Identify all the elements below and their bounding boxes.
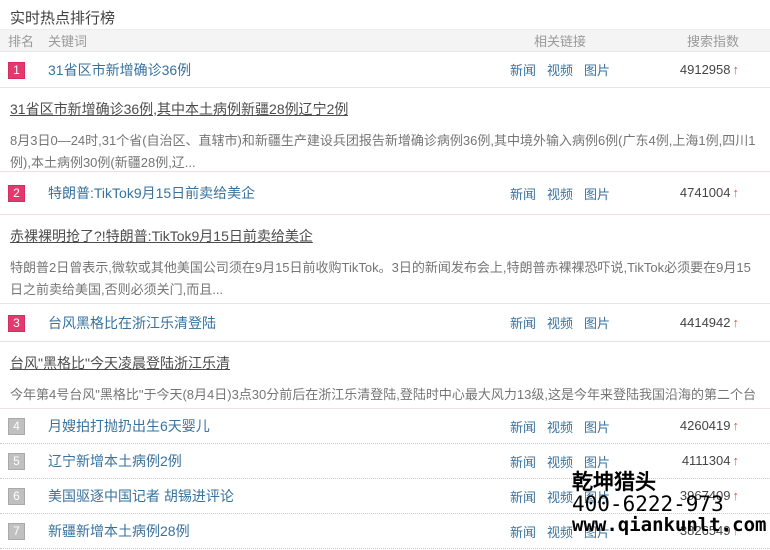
trend-up-icon: ↑ (733, 453, 740, 468)
hot-search-page: 实时热点排行榜 排名 关键词 相关链接 搜索指数 1 31省区市新增确诊36例 … (0, 0, 770, 550)
header-rank: 排名 (0, 31, 48, 50)
video-link[interactable]: 视频 (547, 522, 573, 541)
keyword-link[interactable]: 31省区市新增确诊36例 (48, 62, 191, 78)
trend-up-icon: ↑ (733, 488, 740, 503)
table-header: 排名 关键词 相关链接 搜索指数 (0, 30, 770, 52)
rank-badge: 7 (8, 523, 25, 540)
detail-title-link[interactable]: 赤裸裸明抢了?!特朗普:TikTok9月15日前卖给美企 (10, 227, 313, 245)
search-index-value: 4414942 (680, 315, 731, 330)
image-link[interactable]: 图片 (584, 184, 610, 203)
image-link[interactable]: 图片 (584, 313, 610, 332)
header-search-index: 搜索指数 (620, 31, 770, 50)
image-link[interactable]: 图片 (584, 487, 610, 506)
trend-up-icon: ↑ (733, 315, 740, 330)
search-index-value: 4741004 (680, 185, 731, 200)
news-link[interactable]: 新闻 (510, 452, 536, 471)
search-index-value: 4260419 (680, 418, 731, 433)
keyword-link[interactable]: 新疆新增本土病例28例 (48, 523, 190, 539)
trend-up-icon: ↑ (733, 185, 740, 200)
table-row: 4 月嫂拍打抛扔出生6天婴儿 新闻 视频 图片 4260419↑ (0, 409, 770, 444)
video-link[interactable]: 视频 (547, 184, 573, 203)
trend-up-icon: ↑ (733, 523, 740, 538)
page-title-bar: 实时热点排行榜 (0, 0, 770, 30)
search-index-value: 4111304 (682, 453, 731, 468)
rank-badge: 1 (8, 62, 25, 79)
keyword-link[interactable]: 台风黑格比在浙江乐清登陆 (48, 315, 216, 331)
detail-body-text: 8月3日0—24时,31个省(自治区、直辖市)和新疆生产建设兵团报告新增确诊病例… (10, 130, 760, 172)
detail-panel: 赤裸裸明抢了?!特朗普:TikTok9月15日前卖给美企 特朗普2日曾表示,微软… (0, 214, 770, 304)
rank-badge: 4 (8, 418, 25, 435)
search-index-value: 4912958 (680, 62, 731, 77)
search-index-value: 3967409 (680, 488, 731, 503)
table-row: 7 新疆新增本土病例28例 新闻 视频 图片 3826549↑ (0, 514, 770, 549)
news-link[interactable]: 新闻 (510, 313, 536, 332)
keyword-link[interactable]: 特朗普:TikTok9月15日前卖给美企 (48, 185, 255, 201)
video-link[interactable]: 视频 (547, 60, 573, 79)
table-row: 6 美国驱逐中国记者 胡锡进评论 新闻 视频 图片 3967409↑ (0, 479, 770, 514)
image-link[interactable]: 图片 (584, 417, 610, 436)
header-keyword: 关键词 (48, 31, 500, 50)
video-link[interactable]: 视频 (547, 452, 573, 471)
rank-badge: 2 (8, 185, 25, 202)
video-link[interactable]: 视频 (547, 313, 573, 332)
trend-up-icon: ↑ (733, 62, 740, 77)
news-link[interactable]: 新闻 (510, 184, 536, 203)
news-link[interactable]: 新闻 (510, 60, 536, 79)
video-link[interactable]: 视频 (547, 417, 573, 436)
table-row: 1 31省区市新增确诊36例 新闻 视频 图片 4912958↑ (0, 52, 770, 87)
video-link[interactable]: 视频 (547, 487, 573, 506)
header-related-links: 相关链接 (500, 31, 620, 50)
table-row: 2 特朗普:TikTok9月15日前卖给美企 新闻 视频 图片 4741004↑ (0, 172, 770, 214)
page-title: 实时热点排行榜 (10, 10, 115, 27)
table-row: 3 台风黑格比在浙江乐清登陆 新闻 视频 图片 4414942↑ (0, 304, 770, 341)
image-link[interactable]: 图片 (584, 522, 610, 541)
rank-badge: 5 (8, 453, 25, 470)
keyword-link[interactable]: 月嫂拍打抛扔出生6天婴儿 (48, 418, 210, 434)
detail-title-link[interactable]: 台风"黑格比"今天凌晨登陆浙江乐清 (10, 354, 230, 372)
news-link[interactable]: 新闻 (510, 522, 536, 541)
keyword-link[interactable]: 美国驱逐中国记者 胡锡进评论 (48, 488, 234, 504)
detail-panel: 台风"黑格比"今天凌晨登陆浙江乐清 今年第4号台风"黑格比"于今天(8月4日)3… (0, 341, 770, 409)
detail-title-link[interactable]: 31省区市新增确诊36例,其中本土病例新疆28例辽宁2例 (10, 100, 348, 118)
table-row: 5 辽宁新增本土病例2例 新闻 视频 图片 4111304↑ (0, 444, 770, 479)
detail-body-text: 今年第4号台风"黑格比"于今天(8月4日)3点30分前后在浙江乐清登陆,登陆时中… (10, 384, 760, 406)
trend-up-icon: ↑ (733, 418, 740, 433)
search-index-value: 3826549 (680, 523, 731, 538)
keyword-link[interactable]: 辽宁新增本土病例2例 (48, 453, 182, 469)
image-link[interactable]: 图片 (584, 60, 610, 79)
detail-panel: 31省区市新增确诊36例,其中本土病例新疆28例辽宁2例 8月3日0—24时,3… (0, 87, 770, 172)
news-link[interactable]: 新闻 (510, 417, 536, 436)
news-link[interactable]: 新闻 (510, 487, 536, 506)
image-link[interactable]: 图片 (584, 452, 610, 471)
rank-badge: 6 (8, 488, 25, 505)
detail-body-text: 特朗普2日曾表示,微软或其他美国公司须在9月15日前收购TikTok。3日的新闻… (10, 257, 760, 301)
rank-badge: 3 (8, 315, 25, 332)
